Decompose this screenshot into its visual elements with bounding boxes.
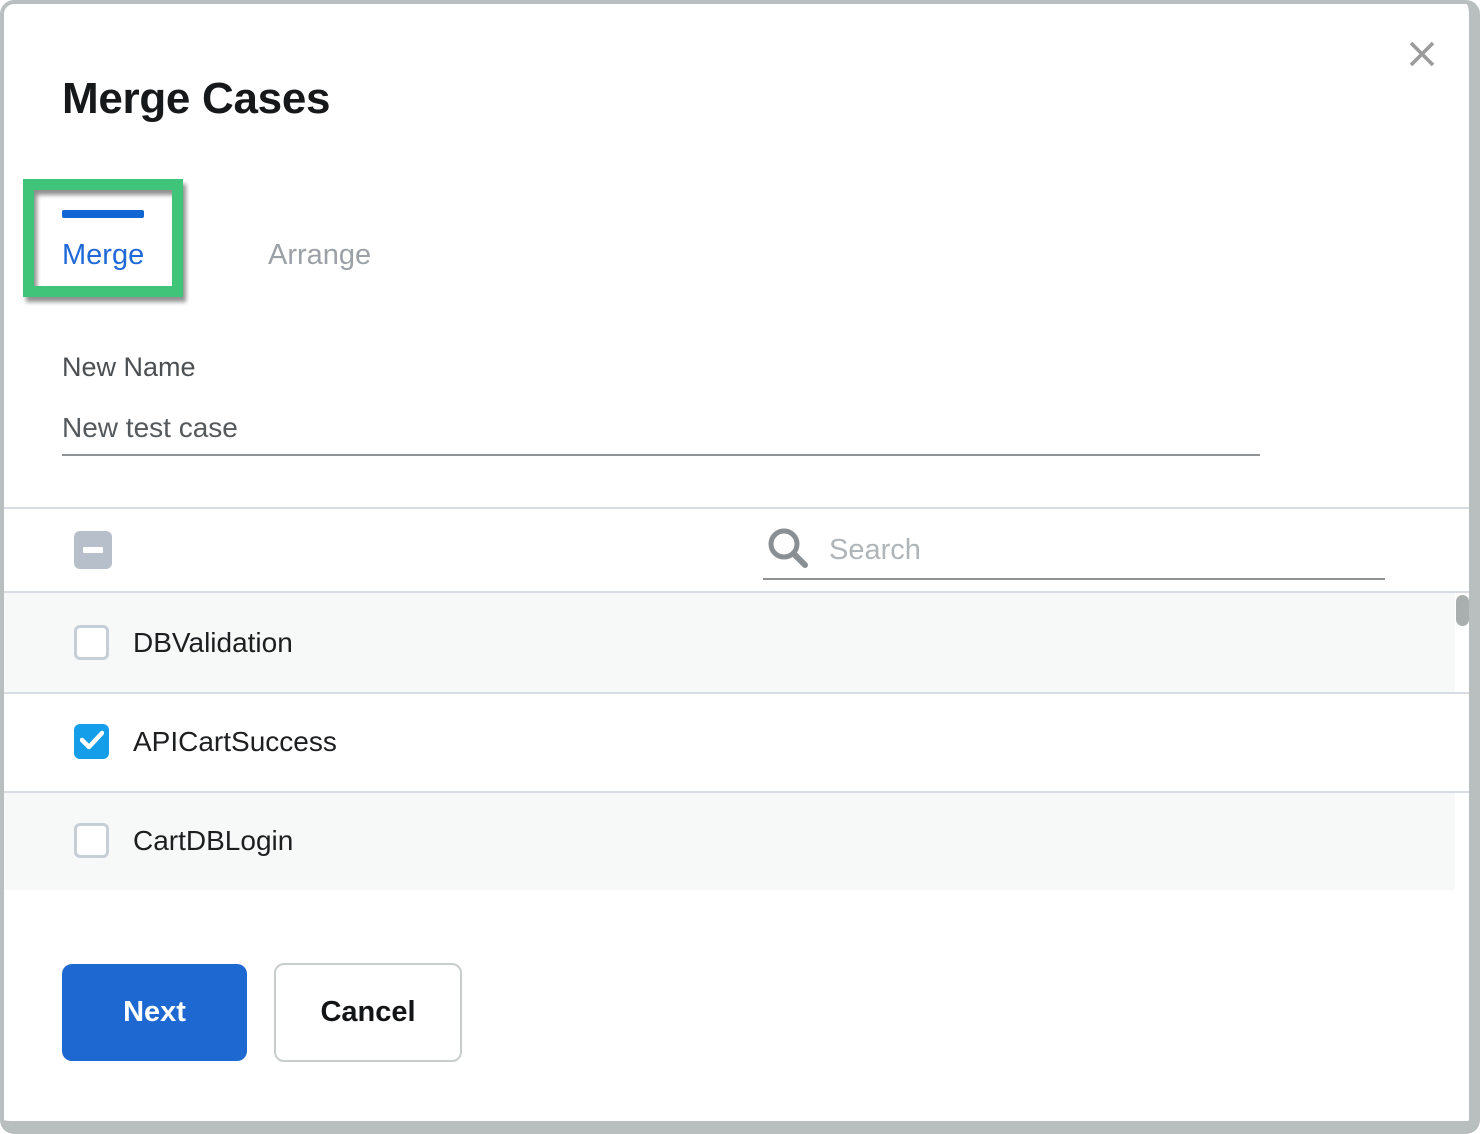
test-case-row[interactable]: CartDBLogin bbox=[0, 791, 1455, 890]
row-checkbox[interactable] bbox=[74, 625, 109, 660]
new-name-input[interactable] bbox=[62, 402, 1260, 456]
dialog-title: Merge Cases bbox=[62, 74, 330, 124]
annotation-highlight-box bbox=[23, 179, 183, 297]
row-checkbox[interactable] bbox=[74, 724, 109, 759]
scrollbar-track[interactable] bbox=[1455, 593, 1469, 890]
row-checkbox[interactable] bbox=[74, 823, 109, 858]
cancel-button[interactable]: Cancel bbox=[274, 963, 462, 1062]
search-field[interactable] bbox=[763, 522, 1385, 580]
row-divider bbox=[0, 791, 1480, 793]
next-button[interactable]: Next bbox=[62, 964, 247, 1061]
test-case-label: DBValidation bbox=[133, 627, 293, 659]
divider bbox=[0, 507, 1480, 509]
tab-arrange[interactable]: Arrange bbox=[268, 239, 371, 272]
new-name-label: New Name bbox=[62, 352, 196, 383]
test-case-label: APICartSuccess bbox=[133, 726, 337, 758]
close-icon bbox=[1406, 38, 1438, 75]
check-icon bbox=[80, 730, 104, 750]
scrollbar-thumb[interactable] bbox=[1456, 595, 1469, 626]
search-icon bbox=[765, 525, 811, 571]
test-case-row[interactable]: DBValidation bbox=[0, 593, 1455, 692]
indeterminate-minus-icon bbox=[83, 547, 103, 553]
close-button[interactable] bbox=[1398, 32, 1446, 80]
test-case-label: CartDBLogin bbox=[133, 825, 293, 857]
test-case-row[interactable]: APICartSuccess bbox=[0, 692, 1455, 791]
row-divider bbox=[0, 692, 1480, 694]
search-input[interactable] bbox=[829, 534, 1385, 567]
test-case-list: DBValidation APICartSuccess CartDBLogin bbox=[0, 593, 1455, 890]
select-all-checkbox[interactable] bbox=[74, 531, 112, 569]
